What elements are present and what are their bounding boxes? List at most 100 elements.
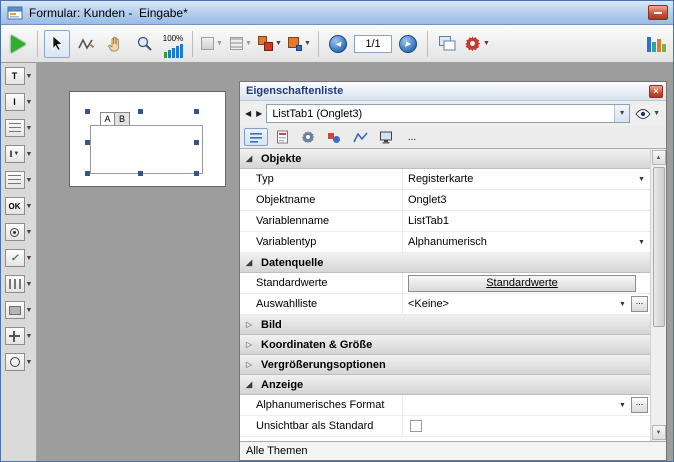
property-value-text[interactable]: ListTab1 bbox=[402, 211, 650, 231]
property-value-dropdown[interactable]: ▼ ... bbox=[402, 395, 650, 415]
select-tool-button[interactable] bbox=[44, 30, 70, 58]
pan-tool-button[interactable] bbox=[102, 30, 128, 58]
circle-shape-tool[interactable]: ▼ bbox=[5, 353, 33, 371]
chevron-down-icon[interactable]: ▼ bbox=[653, 110, 660, 117]
radio-button-tool[interactable]: ▼ bbox=[5, 223, 33, 241]
tab-control-body[interactable] bbox=[90, 125, 203, 174]
collapse-triangle-icon[interactable]: ▷ bbox=[246, 320, 255, 329]
selection-handle[interactable] bbox=[138, 171, 143, 176]
tab-control-tabs[interactable]: A B bbox=[100, 112, 130, 126]
unsichtbar-checkbox[interactable] bbox=[410, 420, 422, 432]
collapse-triangle-icon[interactable]: ▷ bbox=[246, 360, 255, 369]
chevron-down-icon[interactable]: ▼ bbox=[275, 40, 282, 47]
zoom-tool-button[interactable] bbox=[131, 30, 157, 58]
chevron-down-icon[interactable]: ▼ bbox=[26, 281, 33, 288]
border-color-tool-button[interactable]: ▼ bbox=[257, 30, 283, 58]
form-preview[interactable]: A B bbox=[69, 91, 226, 187]
tab-a[interactable]: A bbox=[100, 112, 115, 126]
property-value-dropdown[interactable]: Registerkarte ▼ bbox=[402, 169, 650, 189]
selection-handle[interactable] bbox=[194, 171, 199, 176]
columns-view-button[interactable] bbox=[643, 30, 669, 58]
chevron-down-icon[interactable]: ▼ bbox=[26, 255, 33, 262]
tab-general[interactable] bbox=[244, 128, 268, 146]
selection-handle[interactable] bbox=[85, 171, 90, 176]
chevron-down-icon[interactable]: ▼ bbox=[26, 203, 33, 210]
segmented-control-tool[interactable]: ▼ bbox=[5, 275, 33, 293]
property-value-dropdown[interactable]: <Keine> ▼ ... bbox=[402, 294, 650, 314]
close-button[interactable]: × bbox=[649, 85, 663, 98]
section-koordinaten[interactable]: ▷ Koordinaten & Größe bbox=[240, 335, 650, 355]
tab-b[interactable]: B bbox=[115, 112, 130, 126]
collapse-triangle-icon[interactable]: ▷ bbox=[246, 340, 255, 349]
ellipsis-button[interactable]: ... bbox=[631, 296, 648, 312]
chevron-down-icon[interactable]: ▼ bbox=[26, 229, 33, 236]
chevron-down-icon[interactable]: ▼ bbox=[635, 239, 648, 246]
scroll-up-button[interactable]: ▲ bbox=[652, 150, 666, 165]
previous-object-button[interactable]: ◀ bbox=[244, 109, 252, 118]
page-number-field[interactable] bbox=[354, 35, 392, 53]
section-datenquelle[interactable]: ◢ Datenquelle bbox=[240, 253, 650, 273]
chevron-down-icon[interactable]: ▼ bbox=[616, 301, 629, 308]
chevron-down-icon[interactable]: ▼ bbox=[216, 40, 223, 47]
property-value-dropdown[interactable]: Alphanumerisch ▼ bbox=[402, 232, 650, 252]
chevron-down-icon[interactable]: ▼ bbox=[616, 402, 629, 409]
check-box-tool[interactable]: ✓▼ bbox=[5, 249, 33, 267]
static-text-tool[interactable]: T▼ bbox=[5, 67, 33, 85]
previous-page-button[interactable]: ◀ bbox=[325, 30, 351, 58]
chevron-down-icon[interactable]: ▼ bbox=[26, 359, 33, 366]
expand-triangle-icon[interactable]: ◢ bbox=[246, 154, 255, 163]
tab-ui[interactable] bbox=[270, 128, 294, 146]
expand-triangle-icon[interactable]: ◢ bbox=[246, 380, 255, 389]
section-objekte[interactable]: ◢ Objekte bbox=[240, 149, 650, 169]
chevron-down-icon[interactable]: ▼ bbox=[26, 73, 33, 80]
section-anzeige[interactable]: ◢ Anzeige bbox=[240, 375, 650, 395]
tab-display[interactable] bbox=[374, 128, 398, 146]
chevron-down-icon[interactable]: ▼ bbox=[483, 40, 490, 47]
scroll-down-button[interactable]: ▼ bbox=[652, 425, 666, 440]
chevron-down-icon[interactable]: ▼ bbox=[26, 99, 33, 106]
property-value-text[interactable]: Onglet3 bbox=[402, 190, 650, 210]
selection-handle[interactable] bbox=[194, 109, 199, 114]
polyline-tool-button[interactable] bbox=[73, 30, 99, 58]
zoom-level-control[interactable]: 100% bbox=[160, 29, 186, 59]
chevron-down-icon[interactable]: ▼ bbox=[245, 40, 252, 47]
title-bar[interactable]: Formular: Kunden - Eingabe* bbox=[1, 1, 673, 25]
selection-handle[interactable] bbox=[194, 140, 199, 145]
chevron-down-icon[interactable]: ▼ bbox=[619, 110, 626, 117]
next-object-button[interactable]: ▶ bbox=[255, 109, 263, 118]
section-vergroesserungsoptionen[interactable]: ▷ Vergrößerungsoptionen bbox=[240, 355, 650, 375]
design-canvas[interactable]: A B Eigenschaftenliste × bbox=[37, 63, 673, 461]
chevron-down-icon[interactable]: ▼ bbox=[26, 151, 33, 158]
chevron-down-icon[interactable]: ▼ bbox=[635, 176, 648, 183]
selection-handle[interactable] bbox=[85, 140, 90, 145]
combo-box-tool[interactable]: I▼▼ bbox=[5, 145, 33, 163]
windows-list-button[interactable] bbox=[434, 30, 460, 58]
button-tool[interactable]: OK▼ bbox=[5, 197, 33, 215]
chevron-down-icon[interactable]: ▼ bbox=[26, 177, 33, 184]
selection-handle[interactable] bbox=[85, 109, 90, 114]
properties-scrollbar[interactable]: ▲ ▼ bbox=[650, 149, 666, 441]
expand-triangle-icon[interactable]: ◢ bbox=[246, 258, 255, 267]
tab-chart[interactable] bbox=[348, 128, 372, 146]
run-test-button[interactable] bbox=[5, 30, 31, 58]
next-page-button[interactable]: ▶ bbox=[395, 30, 421, 58]
section-bild[interactable]: ▷ Bild bbox=[240, 315, 650, 335]
visibility-filter-button[interactable]: ▼ bbox=[633, 109, 662, 119]
settings-button[interactable]: ▼ bbox=[463, 30, 491, 58]
properties-panel-header[interactable]: Eigenschaftenliste × bbox=[240, 82, 666, 101]
list-box-tool[interactable]: ▼ bbox=[5, 119, 33, 137]
chevron-down-icon[interactable]: ▼ bbox=[26, 307, 33, 314]
fill-color-tool-button[interactable]: ▼ bbox=[286, 30, 312, 58]
scrollbar-thumb[interactable] bbox=[653, 167, 665, 327]
align-tool-button[interactable]: ▼ bbox=[199, 30, 225, 58]
layout-tool-button[interactable]: ▼ bbox=[228, 30, 254, 58]
chevron-down-icon[interactable]: ▼ bbox=[304, 40, 311, 47]
tab-style[interactable] bbox=[322, 128, 346, 146]
tab-detail[interactable] bbox=[296, 128, 320, 146]
tab-more[interactable]: ... bbox=[400, 128, 424, 146]
table-tool[interactable]: ▼ bbox=[5, 171, 33, 189]
edit-control-tool[interactable]: I▼ bbox=[5, 93, 33, 111]
chevron-down-icon[interactable]: ▼ bbox=[26, 333, 33, 340]
properties-footer[interactable]: Alle Themen bbox=[240, 441, 666, 460]
chevron-down-icon[interactable]: ▼ bbox=[26, 125, 33, 132]
